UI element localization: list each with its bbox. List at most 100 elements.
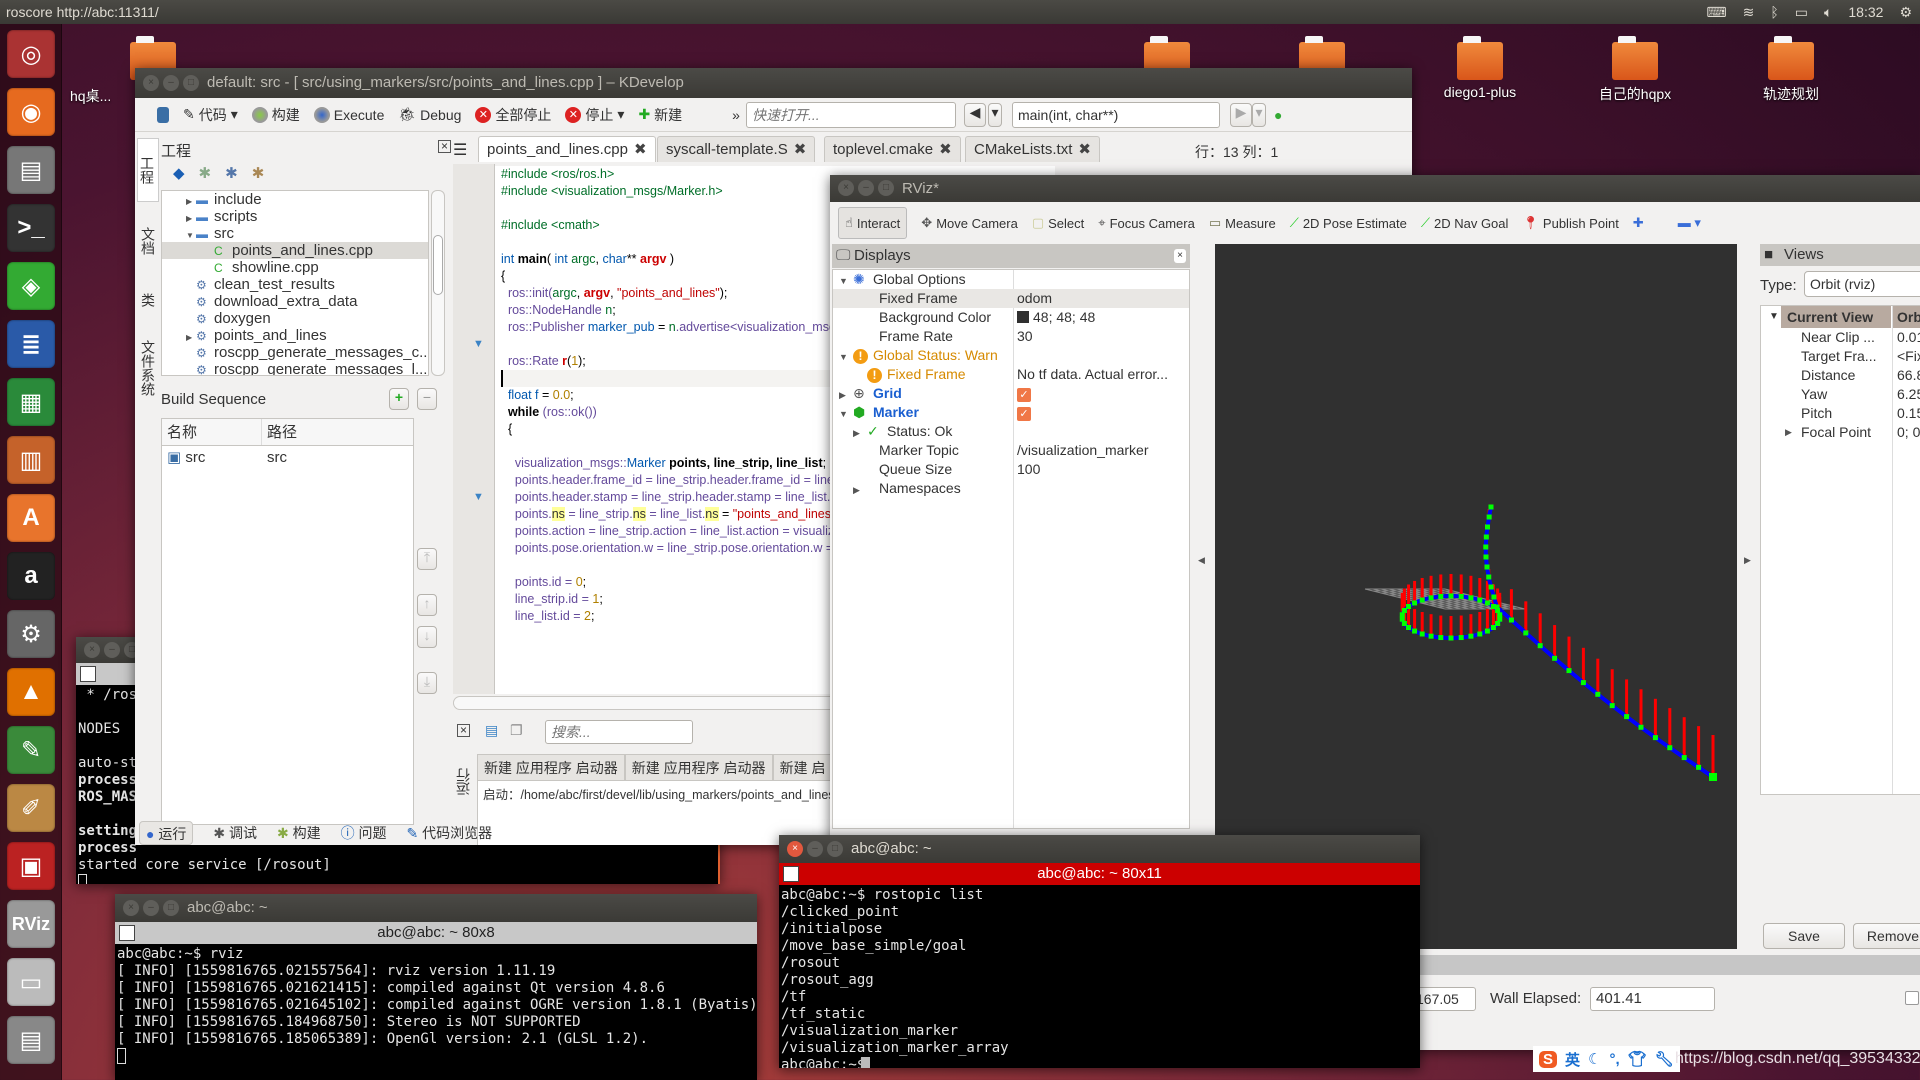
bottom-tab[interactable]: ✱ 构建 — [277, 821, 321, 845]
lightbulb-icon[interactable]: ● — [1274, 107, 1282, 123]
collapse-right-icon[interactable]: ▶ — [1744, 555, 1751, 566]
fold-icon[interactable]: ▼ — [473, 491, 484, 503]
network-icon[interactable]: ◈ — [7, 262, 55, 310]
color-swatch[interactable] — [1017, 311, 1029, 323]
display-row[interactable]: Fixed Frame odom — [833, 289, 1189, 308]
display-row[interactable]: Marker Topic/visualization_marker — [833, 441, 1189, 460]
bluetooth-icon[interactable]: ᛒ — [1770, 0, 1778, 24]
display-row[interactable]: ▶ ✓ Status: Ok — [833, 422, 1189, 441]
output-filter-icon[interactable]: ▤ — [485, 722, 498, 739]
display-row[interactable]: ▼! Global Status: Warn — [833, 346, 1189, 365]
tree-item[interactable]: Cpoints_and_lines.cpp — [162, 242, 428, 259]
close-panel-icon[interactable]: × — [1174, 249, 1186, 263]
add-tool-button[interactable]: ✚ — [1633, 207, 1644, 239]
remove-tool-button[interactable]: ▬ ▾ — [1678, 207, 1701, 239]
bottom-tab[interactable]: ✱ 调试 — [213, 821, 257, 845]
keyboard-icon[interactable]: ⌨ — [1706, 0, 1726, 24]
display-row[interactable]: ▶ Namespaces — [833, 479, 1189, 498]
tree-item[interactable]: ⚙ clean_test_results — [162, 276, 428, 293]
debug-button[interactable]: 🐞︎ Debug — [398, 106, 461, 123]
configure-icon[interactable]: ✱ — [199, 164, 212, 182]
close-tab-icon[interactable]: ✖ — [634, 141, 647, 158]
back-button[interactable]: ◀ — [963, 102, 986, 127]
build-selection-icon[interactable]: ✱ — [225, 164, 238, 182]
gear-icon[interactable]: ⚙ — [1899, 0, 1912, 24]
desktop-folder-hqpx[interactable]: 自己的hqpx — [1590, 36, 1680, 104]
close-button[interactable]: × — [84, 642, 100, 658]
files-icon[interactable]: ▤ — [7, 146, 55, 194]
tree-item[interactable]: ▶ ▬ scripts — [162, 208, 428, 225]
maximize-button[interactable]: □ — [878, 180, 894, 196]
minimize-button[interactable]: – — [163, 75, 179, 91]
workspace-icon[interactable]: ▣ — [7, 842, 55, 890]
expand-arrow-icon[interactable]: ▶ — [853, 481, 867, 500]
tree-item[interactable]: ⚙ roscpp_generate_messages_c... — [162, 344, 428, 361]
paint-icon[interactable]: ✐ — [7, 784, 55, 832]
tree-item[interactable]: Cshowline.cpp — [162, 259, 428, 276]
new-button[interactable]: ✚ 新建 — [638, 105, 682, 125]
vlc-icon[interactable]: ▲ — [7, 668, 55, 716]
execute-button[interactable]: Execute — [313, 106, 384, 123]
maximize-button[interactable]: □ — [163, 900, 179, 916]
output-tab[interactable]: 新建 应用程序 启动器 — [477, 754, 625, 780]
move-down-button[interactable]: ↓ — [417, 626, 437, 648]
tree-item[interactable]: ⚙ doxygen — [162, 310, 428, 327]
function-locator[interactable]: main(int, char**) — [1011, 101, 1220, 128]
output-tab[interactable]: 新建 启 — [772, 754, 833, 780]
tree-item[interactable]: ⚙ roscpp_generate_messages_l... — [162, 361, 428, 375]
display-row[interactable]: ▼ ✺ Global Options — [833, 270, 1189, 289]
back-history-button[interactable]: ▾ — [987, 102, 1002, 127]
terminal-menu-icon[interactable] — [80, 666, 96, 682]
view-property-row[interactable]: Pitch0.15 — [1761, 404, 1920, 423]
display-value[interactable]: No tf data. Actual error... — [1017, 365, 1187, 384]
add-build-item-button[interactable]: + — [389, 388, 409, 410]
tool-interact[interactable]: ☝ Interact — [838, 207, 908, 239]
view-type-select[interactable]: Orbit (rviz) — [1804, 271, 1920, 297]
display-value[interactable]: 30 — [1017, 327, 1187, 346]
tool-measure[interactable]: ▭ Measure — [1209, 207, 1276, 239]
copy-icon[interactable]: ❐ — [510, 722, 523, 739]
minimize-button[interactable]: – — [104, 642, 120, 658]
terminal-menu-icon[interactable] — [119, 925, 135, 941]
view-toggle-button[interactable] — [157, 106, 169, 123]
tree-item[interactable]: ▶ ⚙ points_and_lines — [162, 327, 428, 344]
battery-icon[interactable]: ▭ — [1795, 0, 1808, 24]
tree-scrollbar[interactable] — [431, 190, 445, 376]
side-tab-docs[interactable]: 文档 — [137, 216, 159, 266]
minimize-button[interactable]: – — [143, 900, 159, 916]
maximize-button[interactable]: □ — [183, 75, 199, 91]
close-tab-icon[interactable]: ✖ — [794, 141, 807, 158]
enabled-checkbox[interactable]: ✓ — [1017, 407, 1031, 421]
close-panel-icon[interactable]: × — [438, 140, 451, 153]
close-button[interactable]: × — [787, 841, 803, 857]
collapse-left-icon[interactable]: ◀ — [1198, 555, 1205, 566]
display-row[interactable]: ! Fixed Frame No tf data. Actual error... — [833, 365, 1189, 384]
ime-toolbar[interactable]: S 英 ☾ °, 👕︎ 🔧︎ — [1533, 1046, 1680, 1072]
minimize-button[interactable]: – — [858, 180, 874, 196]
tree-item[interactable]: ⚙ download_extra_data — [162, 293, 428, 310]
quick-open-input[interactable] — [745, 101, 956, 128]
views-tree[interactable]: ▼ Current View Orb Near Clip ...0.01Targ… — [1760, 305, 1920, 795]
close-tab-icon[interactable]: ✖ — [1078, 141, 1091, 158]
display-value[interactable]: 48; 48; 48 — [1017, 308, 1187, 327]
output-search-input[interactable] — [545, 720, 693, 744]
bottom-tab[interactable]: ✎ 代码浏览器 — [407, 821, 493, 845]
drive-icon[interactable]: ▭ — [7, 958, 55, 1006]
display-row[interactable]: Frame Rate 30 — [833, 327, 1189, 346]
clean-icon[interactable]: ✱ — [252, 164, 265, 182]
rviz-terminal-window[interactable]: × – □ abc@abc: ~ abc@abc: ~ 80x8 abc@abc:~$… — [115, 894, 757, 1080]
editor-tab[interactable]: syscall-template.S ✖ — [657, 136, 816, 162]
display-value[interactable]: ✓ — [1017, 384, 1187, 403]
side-tab-project[interactable]: 工程 — [137, 138, 159, 202]
tool-publish-point[interactable]: 📍︎ Publish Point — [1522, 207, 1618, 239]
moon-icon[interactable]: ☾ — [1588, 1050, 1601, 1068]
move-bottom-button[interactable]: ⤓ — [417, 672, 437, 694]
fold-icon[interactable]: ▼ — [473, 338, 484, 350]
current-view-row[interactable]: ▼ Current View Orb — [1761, 306, 1920, 328]
terminal-output[interactable]: abc@abc:~$ rostopic list/clicked_point/i… — [779, 885, 1420, 1068]
terminal-output[interactable]: abc@abc:~$ rviz[ INFO] [1559816765.02155… — [115, 944, 757, 1080]
display-row[interactable]: ▼ ⬢ Marker ✓ — [833, 403, 1189, 422]
output-tab[interactable]: 新建 应用程序 启动器 — [624, 754, 773, 780]
writer-icon[interactable]: ≣ — [7, 320, 55, 368]
forward-history-button[interactable]: ▾ — [1251, 102, 1266, 127]
